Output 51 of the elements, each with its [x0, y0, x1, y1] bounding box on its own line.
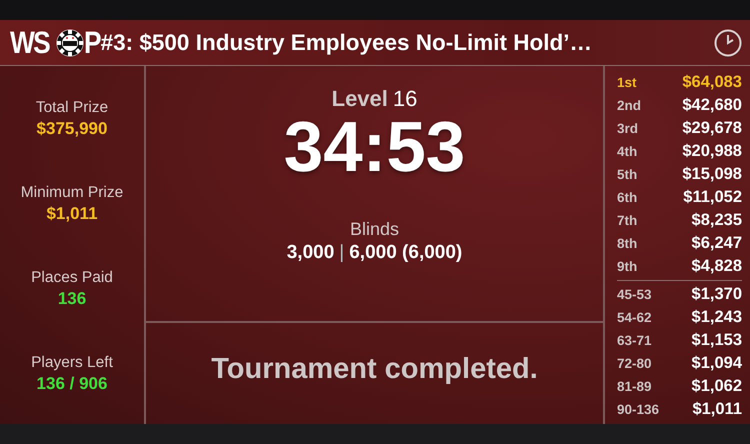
- payout-place: 81-89: [617, 379, 652, 394]
- payout-place: 54-62: [617, 310, 652, 325]
- small-blind: 3,000: [286, 242, 334, 264]
- blinds-separator: |: [339, 242, 344, 264]
- stat-value: $375,990: [36, 118, 108, 138]
- payout-amount: $4,828: [692, 257, 742, 276]
- payout-amount: $8,235: [692, 211, 742, 230]
- payout-amount: $1,062: [692, 377, 742, 396]
- stat-value: $1,011: [46, 204, 98, 224]
- level-number: 16: [392, 86, 418, 112]
- stat-value: 136: [58, 288, 86, 308]
- payout-place: 2nd: [617, 98, 642, 113]
- stat-label: Players Left: [31, 354, 113, 372]
- payout-amount: $11,052: [683, 188, 742, 207]
- payout-place: 6th: [617, 190, 638, 205]
- stat-value: 136 / 906: [36, 374, 108, 394]
- payout-place: 3rd: [617, 121, 638, 136]
- payout-amount: $1,011: [692, 400, 742, 419]
- payout-amount: $42,680: [682, 96, 742, 115]
- poker-chip-icon: [56, 28, 84, 56]
- payout-place: 63-71: [617, 333, 652, 348]
- payout-amount: $20,988: [682, 142, 742, 161]
- payout-place: 1st: [617, 75, 637, 90]
- blinds-label: Blinds: [350, 219, 400, 240]
- payout-place: 45-53: [617, 287, 652, 302]
- stat-label: Minimum Prize: [20, 184, 124, 202]
- clock-icon[interactable]: [714, 28, 742, 56]
- payout-place: 5th: [617, 167, 638, 182]
- payout-amount: $6,247: [692, 234, 742, 253]
- payout-amount: $29,678: [682, 119, 742, 138]
- payout-amount: $1,094: [692, 354, 742, 373]
- payout-amount: $1,153: [692, 331, 742, 350]
- logo-text: P: [84, 27, 100, 58]
- payout-place: 72-80: [617, 356, 652, 371]
- payout-place: 4th: [617, 144, 638, 159]
- payout-place: 8th: [617, 236, 638, 251]
- payout-place: 90-136: [617, 402, 660, 417]
- payout-amount: $1,370: [692, 285, 742, 304]
- payout-place: 9th: [617, 259, 638, 274]
- tournament-title: #3: $500 Industry Employees No-Limit Hold’…: [100, 30, 593, 56]
- payout-amount: $1,243: [692, 308, 742, 327]
- level-label: Level: [332, 86, 388, 112]
- payout-amount: $15,098: [682, 165, 742, 184]
- payout-place: 7th: [617, 213, 638, 228]
- clock-timer: 34:53: [284, 112, 466, 183]
- stat-label: Total Prize: [36, 98, 108, 116]
- big-blind: 6,000 (6,000): [349, 242, 462, 264]
- logo-text: WS: [10, 27, 50, 58]
- status-message: Tournament completed.: [211, 353, 538, 387]
- stat-label: Places Paid: [31, 268, 113, 286]
- payout-amount: $64,083: [682, 73, 742, 92]
